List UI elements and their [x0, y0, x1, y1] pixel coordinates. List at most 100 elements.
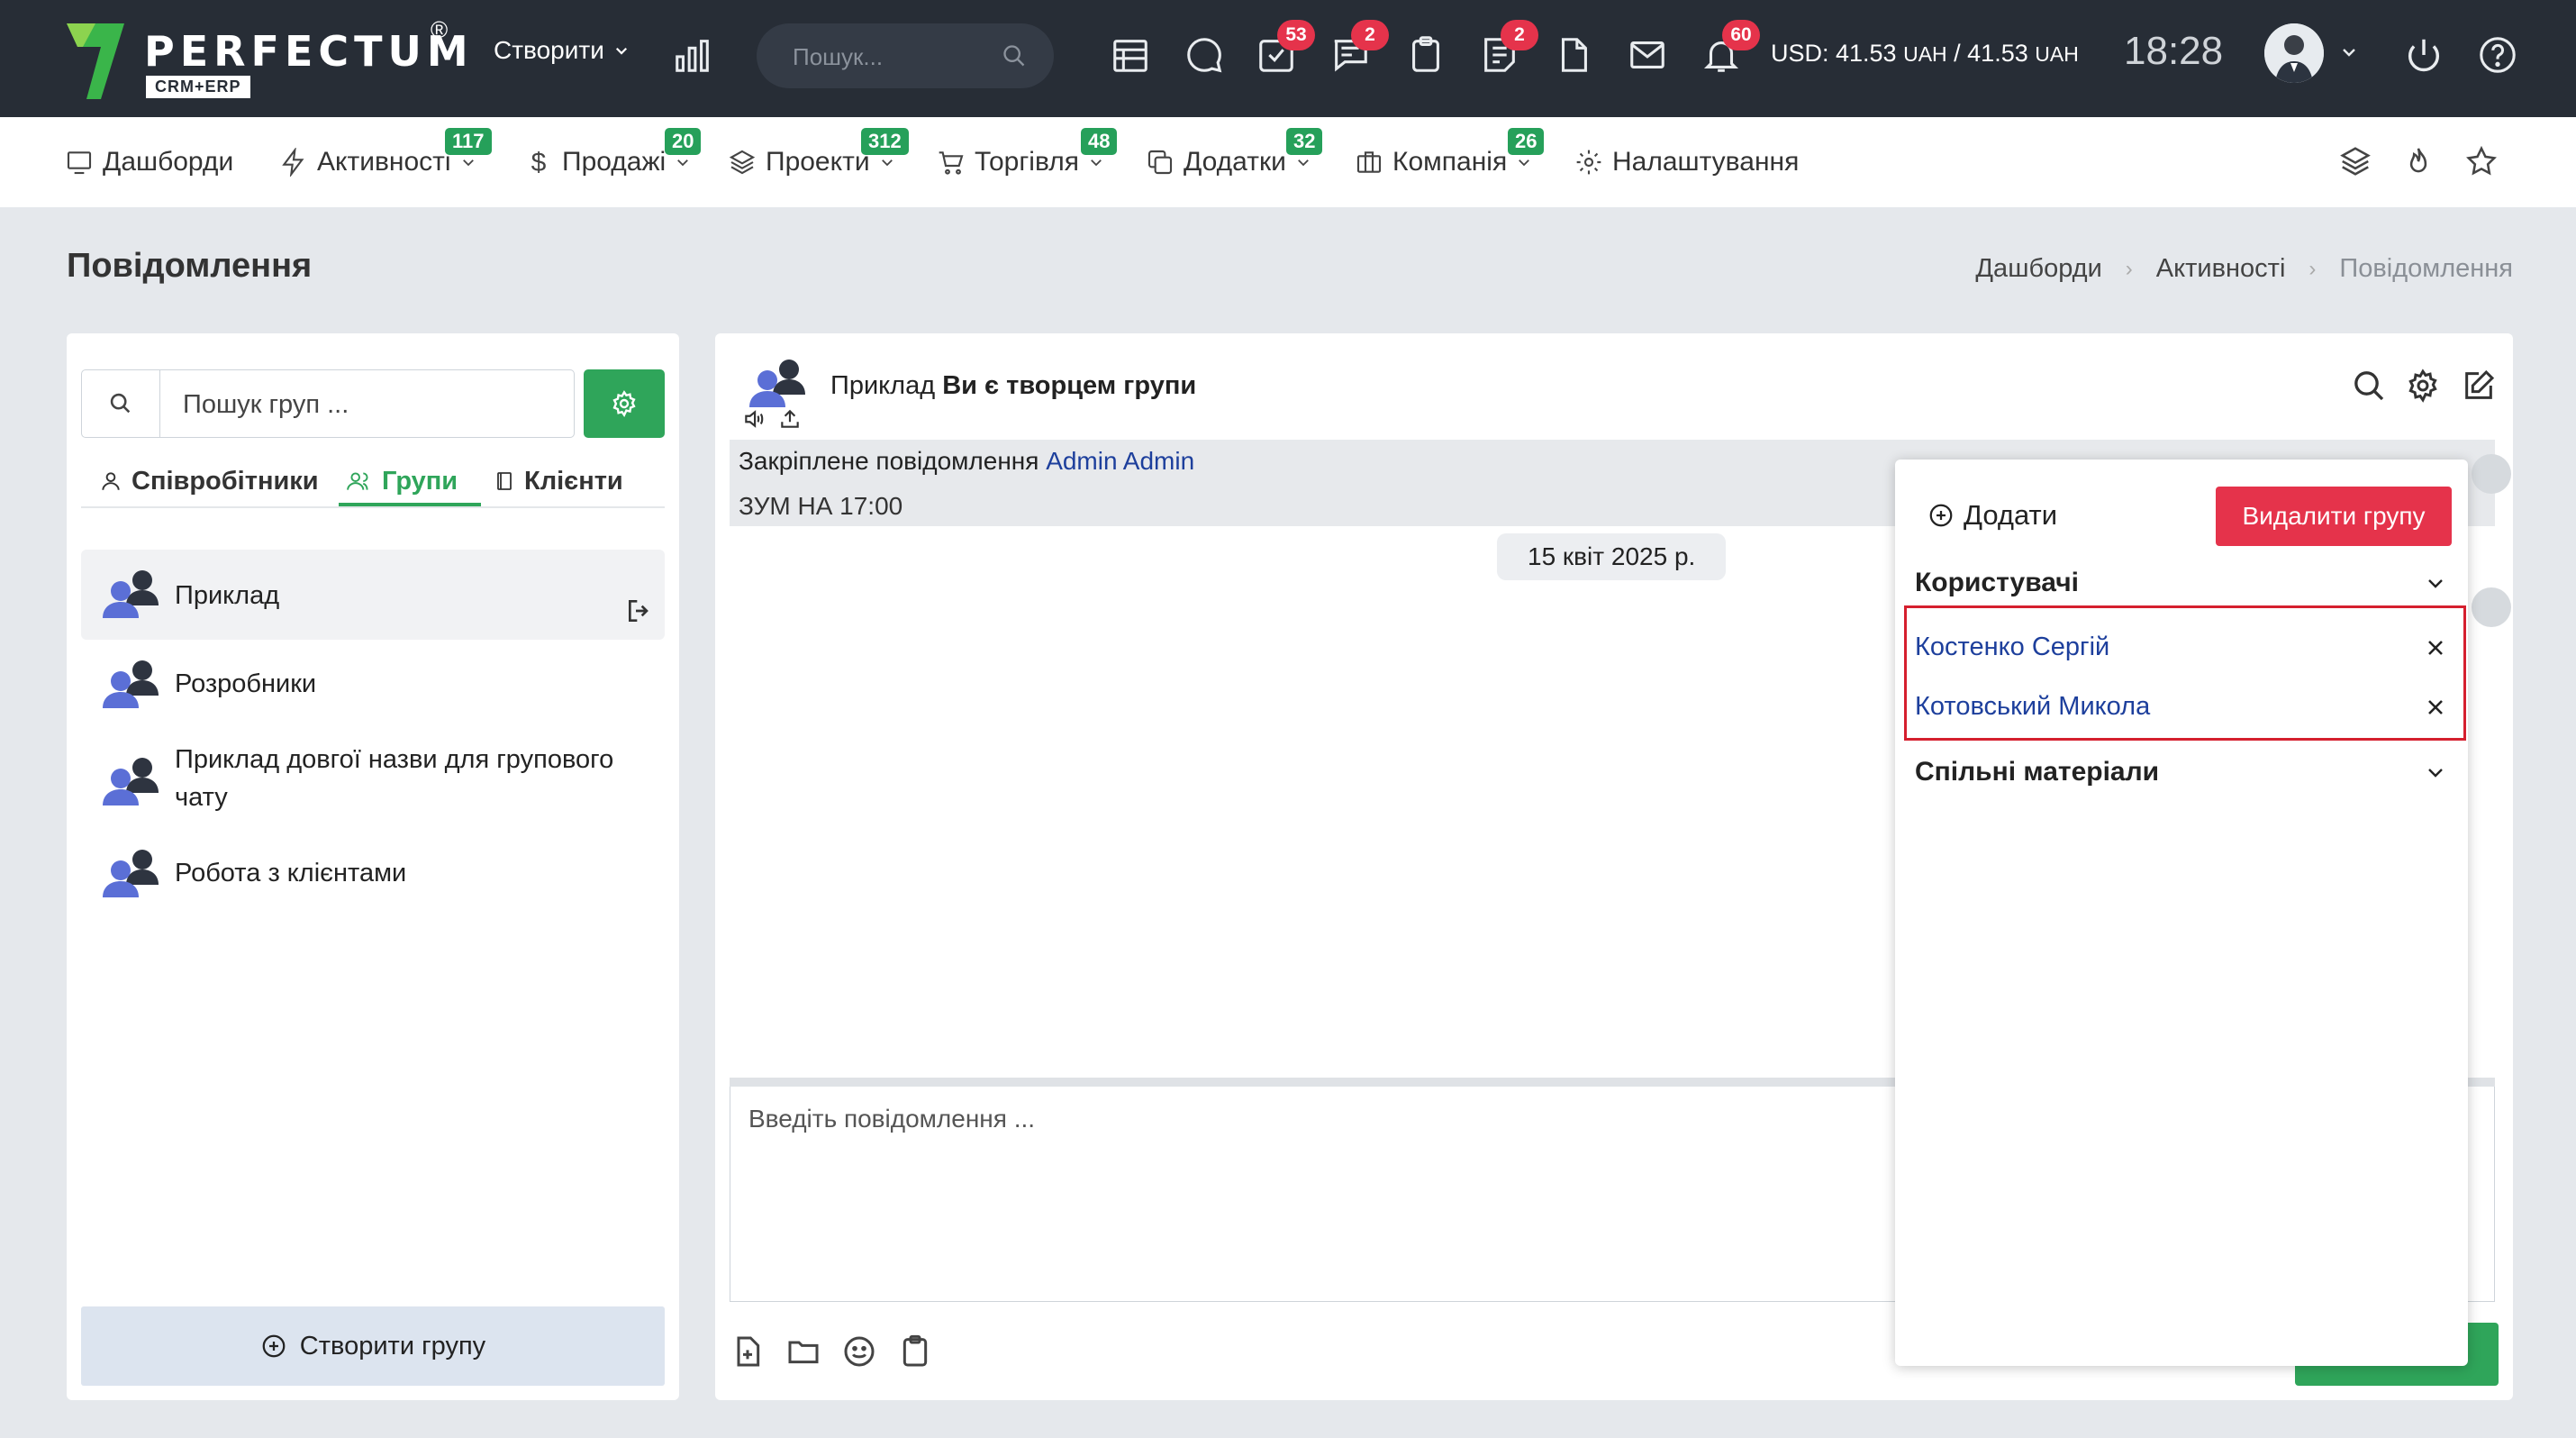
folder-icon[interactable] — [785, 1333, 821, 1370]
remove-member-icon[interactable] — [2425, 696, 2446, 718]
clock: 18:28 — [2124, 29, 2224, 73]
nav-sales-label: Продажі — [562, 147, 667, 177]
briefcase-icon — [1356, 151, 1382, 173]
search-icon — [1003, 45, 1025, 67]
nav-trade-badge: 48 — [1081, 128, 1118, 155]
chat-search-icon[interactable] — [2351, 368, 2387, 404]
clipboard-icon[interactable] — [897, 1333, 933, 1370]
nav-sales-badge: 20 — [665, 128, 702, 155]
global-search[interactable] — [757, 23, 1054, 88]
logo-mark-icon — [67, 23, 124, 99]
tasks-icon[interactable]: 53 — [1256, 20, 1315, 76]
chevron-down-icon — [1297, 159, 1309, 167]
document-icon[interactable] — [1553, 34, 1594, 76]
group-name: Розробники — [175, 669, 317, 698]
nav-company-badge: 26 — [1508, 128, 1545, 155]
create-menu[interactable]: Створити — [494, 36, 630, 65]
attach-file-icon[interactable] — [730, 1333, 766, 1370]
breadcrumb-activities[interactable]: Активності — [2156, 254, 2286, 284]
group-item-selected[interactable]: Приклад — [81, 550, 665, 640]
nav-settings-label: Налаштування — [1612, 147, 1800, 177]
layers-icon — [729, 150, 756, 175]
add-member-label: Додати — [1964, 499, 2058, 531]
logo-registered: ® — [431, 16, 449, 43]
top-bar: PERFECTUM ® CRM+ERP Створити 53 2 2 — [0, 0, 2576, 117]
active-tab-underline — [339, 503, 481, 506]
breadcrumb: Дашборди › Активності › Повідомлення — [1975, 254, 2513, 284]
bell-icon[interactable]: 60 — [1701, 20, 1760, 76]
pinned-header: Закріплене повідомлення Admin Admin — [739, 447, 1194, 476]
nav-addons-badge: 32 — [1286, 128, 1323, 155]
groups-panel: Співробітники Групи Клієнти Приклад Розр… — [67, 333, 679, 1400]
group-item[interactable]: Робота з клієнтами — [81, 838, 665, 910]
breadcrumb-current: Повідомлення — [2339, 254, 2513, 283]
chevron-down-icon — [677, 159, 689, 167]
clipboard-icon[interactable] — [1405, 34, 1447, 76]
book-icon — [497, 472, 512, 490]
chat-group-name: Приклад — [830, 371, 936, 400]
comment-icon[interactable] — [1184, 34, 1225, 76]
tab-employees[interactable]: Співробітники — [99, 460, 319, 503]
help-icon[interactable] — [2477, 34, 2518, 76]
nav-dashboards[interactable]: Дашборди — [65, 144, 233, 180]
group-item[interactable]: Розробники — [81, 649, 665, 721]
member-row: Костенко Сергій — [1915, 633, 2446, 662]
plus-circle-icon — [1929, 504, 1953, 527]
pinned-author[interactable]: Admin Admin — [1046, 447, 1194, 475]
breadcrumb-separator: › — [2125, 256, 2133, 281]
chat-settings-icon[interactable] — [2405, 368, 2441, 404]
chat-icon[interactable]: 2 — [1329, 20, 1389, 76]
notes-icon[interactable]: 2 — [1479, 20, 1538, 76]
main-nav: Дашборди Активності 117 $ Продажі 20 Про… — [0, 117, 2576, 207]
create-group-button[interactable]: Створити групу — [81, 1306, 665, 1386]
tab-clients[interactable]: Клієнти — [494, 460, 623, 503]
nav-activities-label: Активності — [317, 147, 451, 177]
chevron-down-icon — [462, 159, 474, 167]
nav-projects[interactable]: Проекти 312 — [728, 128, 909, 180]
layers-icon[interactable] — [2338, 144, 2372, 178]
star-icon[interactable] — [2464, 144, 2499, 178]
nav-addons[interactable]: Додатки 32 — [1146, 128, 1323, 180]
member-name[interactable]: Костенко Сергій — [1915, 633, 2109, 662]
tab-employees-label: Співробітники — [132, 466, 319, 496]
group-search-input[interactable] — [181, 387, 563, 423]
nav-addons-label: Додатки — [1184, 147, 1286, 177]
tab-groups[interactable]: Групи — [346, 460, 458, 503]
stats-icon[interactable] — [672, 34, 713, 76]
upload-icon[interactable] — [778, 407, 802, 431]
nav-activities[interactable]: Активності 117 — [279, 128, 492, 180]
group-icon — [103, 570, 159, 618]
mail-icon[interactable] — [1627, 34, 1668, 76]
nav-trade[interactable]: Торгівля 48 — [937, 128, 1118, 180]
member-name[interactable]: Котовський Микола — [1915, 692, 2150, 722]
group-settings-button[interactable] — [584, 369, 665, 438]
breadcrumb-dashboards[interactable]: Дашборди — [1975, 254, 2101, 284]
volume-icon[interactable] — [742, 407, 766, 431]
nav-sales[interactable]: $ Продажі 20 — [524, 128, 702, 180]
group-item[interactable]: Приклад довгої назви для групового чату — [81, 730, 665, 829]
perfectum-logo[interactable]: PERFECTUM ® CRM+ERP — [65, 16, 468, 103]
global-search-input[interactable] — [791, 40, 1002, 74]
add-member-button[interactable]: Додати — [1927, 499, 2057, 532]
leave-group-icon[interactable] — [625, 596, 654, 625]
pinned-label: Закріплене повідомлення — [739, 447, 1039, 475]
user-menu-chevron-icon[interactable] — [2338, 41, 2360, 63]
power-icon[interactable] — [2403, 34, 2444, 76]
edit-icon[interactable] — [2461, 368, 2497, 404]
cart-icon — [939, 151, 964, 175]
users-section-header[interactable]: Користувачі — [1915, 568, 2446, 598]
fire-icon[interactable] — [2401, 144, 2435, 178]
currency-unit-1: UAH — [1903, 42, 1947, 66]
user-avatar[interactable] — [2264, 23, 2324, 83]
delete-group-button[interactable]: Видалити групу — [2216, 487, 2452, 546]
search-icon — [82, 370, 160, 437]
emoji-icon[interactable] — [841, 1333, 877, 1370]
date-divider: 15 квіт 2025 р. — [1497, 533, 1727, 580]
nav-settings[interactable]: Налаштування — [1574, 144, 1799, 180]
shared-materials-header[interactable]: Спільні матеріали — [1915, 757, 2446, 787]
calendar-icon[interactable] — [1110, 34, 1151, 76]
group-icon — [103, 758, 159, 805]
remove-member-icon[interactable] — [2425, 637, 2446, 659]
nav-dashboards-label: Дашборди — [103, 147, 234, 177]
nav-company[interactable]: Компанія 26 — [1355, 128, 1545, 180]
